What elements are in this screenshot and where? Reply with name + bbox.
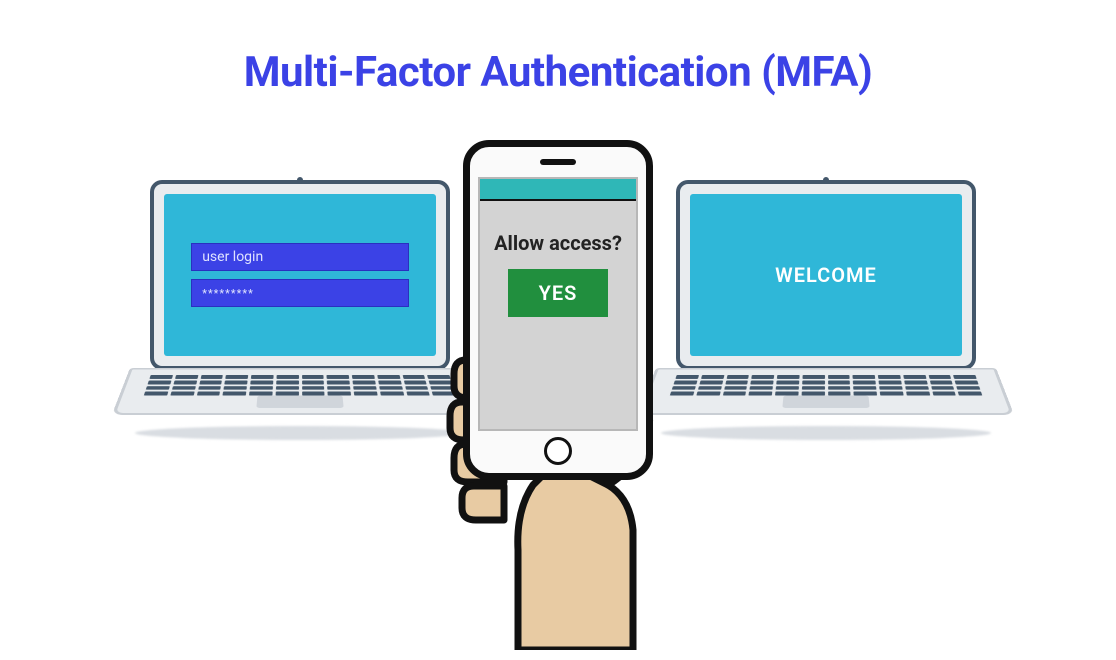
phone-screen: Allow access? YES xyxy=(478,177,638,431)
phone-in-hand: Allow access? YES xyxy=(398,140,718,660)
smartphone: Allow access? YES xyxy=(463,140,653,480)
mfa-prompt-text: Allow access? xyxy=(480,231,636,255)
phone-home-button[interactable] xyxy=(544,437,572,465)
illustration-stage: user login ********* WELCOME xyxy=(0,170,1116,628)
phone-speaker-icon xyxy=(540,159,576,165)
page-title: Multi-Factor Authentication (MFA) xyxy=(0,48,1116,97)
password-input[interactable]: ********* xyxy=(191,279,409,307)
welcome-text: WELCOME xyxy=(775,263,877,287)
yes-button[interactable]: YES xyxy=(508,269,608,317)
username-input[interactable]: user login xyxy=(191,243,409,271)
phone-status-bar xyxy=(480,179,636,201)
